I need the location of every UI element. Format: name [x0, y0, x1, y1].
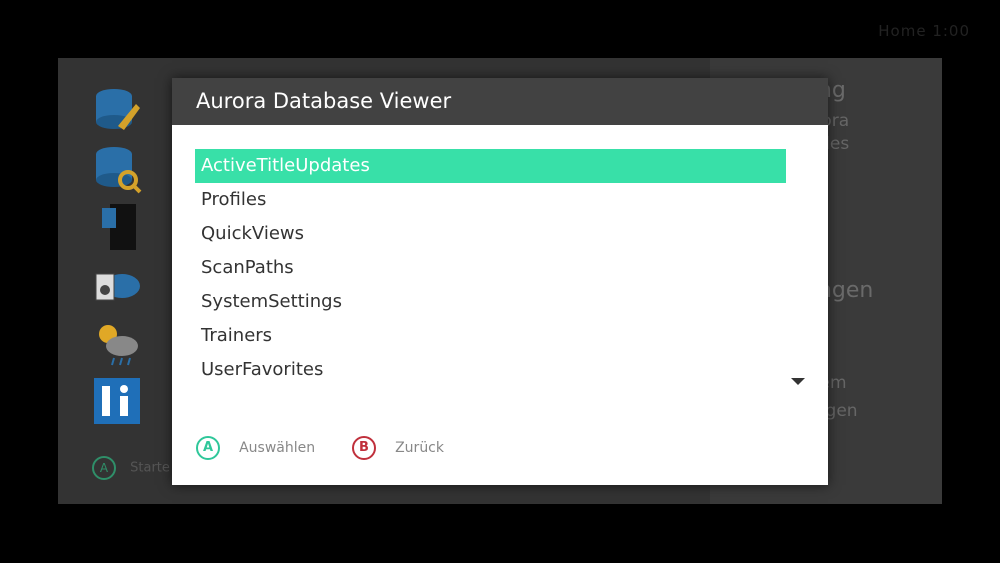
- dialog-header: Aurora Database Viewer: [172, 78, 828, 125]
- table-list-item[interactable]: ScanPaths: [195, 251, 786, 285]
- select-button[interactable]: A Auswählen: [196, 436, 315, 462]
- table-list-item[interactable]: Trainers: [195, 319, 786, 353]
- table-list-item[interactable]: SystemSettings: [195, 285, 786, 319]
- a-button-icon: A: [92, 456, 116, 480]
- table-list-item[interactable]: UserFavorites: [195, 353, 786, 387]
- a-button-icon: A: [196, 436, 220, 460]
- table-list: ActiveTitleUpdates Profiles QuickViews S…: [195, 149, 786, 387]
- weather-icon: [99, 325, 138, 366]
- cloud-disk-icon: [95, 273, 140, 301]
- database-search-icon: [96, 147, 142, 194]
- background-start-label: Starte: [130, 460, 170, 476]
- background-start-hint: A Starte: [92, 456, 170, 480]
- table-list-item[interactable]: Profiles: [195, 183, 786, 217]
- table-list-item[interactable]: ActiveTitleUpdates: [195, 149, 786, 183]
- status-clock: Home 1:00: [878, 22, 970, 40]
- database-viewer-dialog: Aurora Database Viewer ActiveTitleUpdate…: [172, 78, 828, 485]
- door-icon: [102, 204, 136, 250]
- select-button-label: Auswählen: [239, 440, 316, 456]
- b-button-icon: B: [352, 436, 376, 460]
- info-icon: [94, 378, 140, 424]
- back-button[interactable]: B Zurück: [352, 436, 444, 462]
- dialog-title: Aurora Database Viewer: [196, 89, 452, 113]
- table-list-item[interactable]: QuickViews: [195, 217, 786, 251]
- scroll-down-arrow-icon[interactable]: [791, 378, 805, 385]
- database-brush-icon: [96, 89, 140, 130]
- back-button-label: Zurück: [395, 440, 444, 456]
